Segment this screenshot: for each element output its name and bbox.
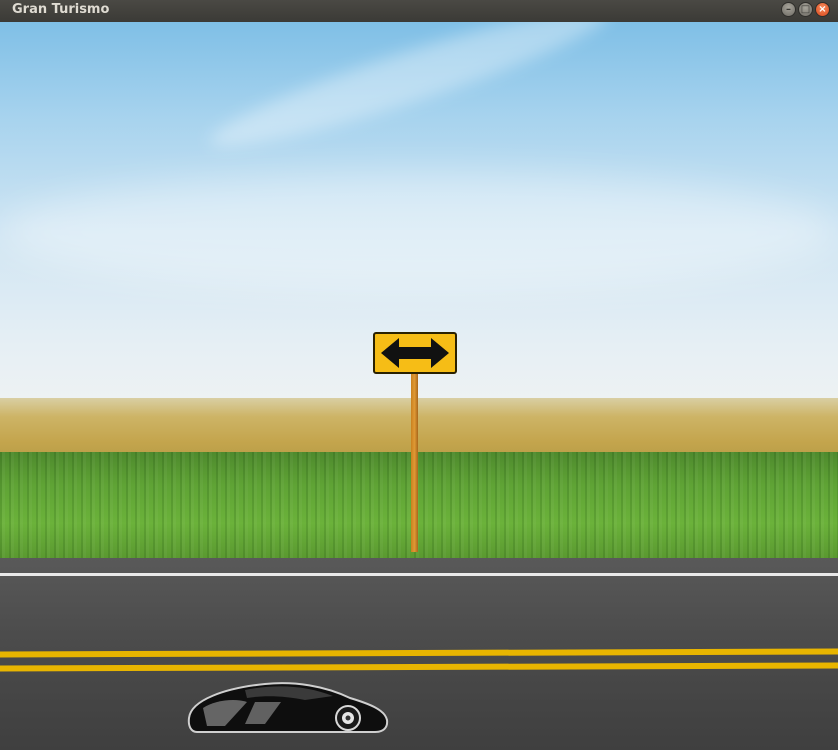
sign-post <box>411 374 418 552</box>
road-edge-line <box>0 573 838 576</box>
close-button[interactable]: × <box>815 2 830 17</box>
road-sign <box>373 332 457 374</box>
haze <box>0 172 838 292</box>
minimize-button[interactable]: – <box>781 2 796 17</box>
maximize-button[interactable]: □ <box>798 2 813 17</box>
window-title: Gran Turismo <box>12 2 110 17</box>
close-icon: × <box>818 4 827 15</box>
window-titlebar[interactable]: Gran Turismo – □ × <box>0 0 838 23</box>
car-icon <box>187 682 389 733</box>
player-car[interactable] <box>185 678 390 738</box>
minimize-icon: – <box>786 4 791 15</box>
grass-texture <box>0 452 838 562</box>
game-canvas[interactable] <box>0 22 838 750</box>
distant-field <box>0 398 838 460</box>
double-arrow-icon <box>381 338 449 368</box>
maximize-icon: □ <box>800 4 811 15</box>
